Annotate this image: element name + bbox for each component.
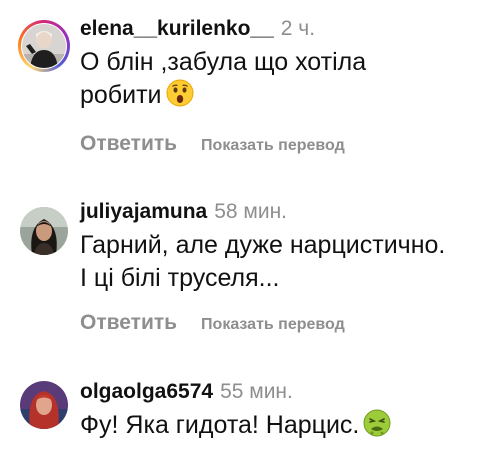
- timestamp: 2 ч.: [280, 17, 316, 40]
- avatar-wrap[interactable]: [18, 379, 70, 431]
- comment-meta: juliyajamuna 58 мин.: [80, 199, 490, 225]
- reply-button[interactable]: Ответить: [80, 132, 177, 156]
- comment-body: juliyajamuna 58 мин. Гарний, але дуже на…: [80, 199, 490, 335]
- comment-text-line: робити: [80, 81, 162, 109]
- comment-text-line-wrap: робити: [80, 79, 490, 116]
- timestamp: 58 мин.: [214, 200, 288, 223]
- comment-text: Фу! Яка гидота! Нарцис.: [80, 409, 490, 446]
- avatar-wrap[interactable]: [18, 205, 70, 257]
- avatar-image: [22, 24, 66, 68]
- timestamp: 55 мин.: [220, 380, 293, 403]
- comment-meta: elena__kurilenko__ 2 ч.: [80, 16, 490, 42]
- astonished-face-icon: [166, 79, 194, 116]
- comment-text-line: Гарний, але дуже нарцистично.: [80, 231, 446, 259]
- comment-text-line-wrap: Фу! Яка гидота! Нарцис.: [80, 409, 490, 446]
- avatar: [22, 24, 66, 68]
- comment-actions: Ответить Показать перевод: [80, 311, 490, 335]
- comment-text: Гарний, але дуже нарцистично. І ці білі …: [80, 229, 490, 295]
- nauseated-face-icon: [363, 409, 391, 446]
- comments-list: elena__kurilenko__ 2 ч. О блін ,забула щ…: [0, 0, 500, 459]
- comment-body: elena__kurilenko__ 2 ч. О блін ,забула щ…: [80, 16, 490, 156]
- username[interactable]: olgaolga6574: [80, 379, 213, 405]
- show-translation-button[interactable]: Показать перевод: [201, 137, 345, 155]
- avatar: [20, 207, 68, 255]
- show-translation-button[interactable]: Показать перевод: [201, 316, 345, 334]
- comment-text-line: І ці білі труселя...: [80, 264, 280, 292]
- comment-meta: olgaolga6574 55 мин.: [80, 379, 490, 405]
- username[interactable]: juliyajamuna: [80, 199, 207, 225]
- avatar-image: [20, 207, 68, 255]
- comment-text-line: О блін ,забула що хотіла: [80, 48, 367, 76]
- reply-button[interactable]: Ответить: [80, 311, 177, 335]
- username[interactable]: elena__kurilenko__: [80, 16, 274, 42]
- comment-body: olgaolga6574 55 мин. Фу! Яка гидота! Нар…: [80, 379, 490, 446]
- avatar-image: [20, 381, 68, 429]
- avatar: [20, 381, 68, 429]
- avatar-story-ring[interactable]: [18, 20, 70, 72]
- comment-actions: Ответить Показать перевод: [80, 132, 490, 156]
- comment-text: О блін ,забула що хотіла робити: [80, 46, 490, 116]
- comment-text-line: Фу! Яка гидота! Нарцис.: [80, 411, 360, 439]
